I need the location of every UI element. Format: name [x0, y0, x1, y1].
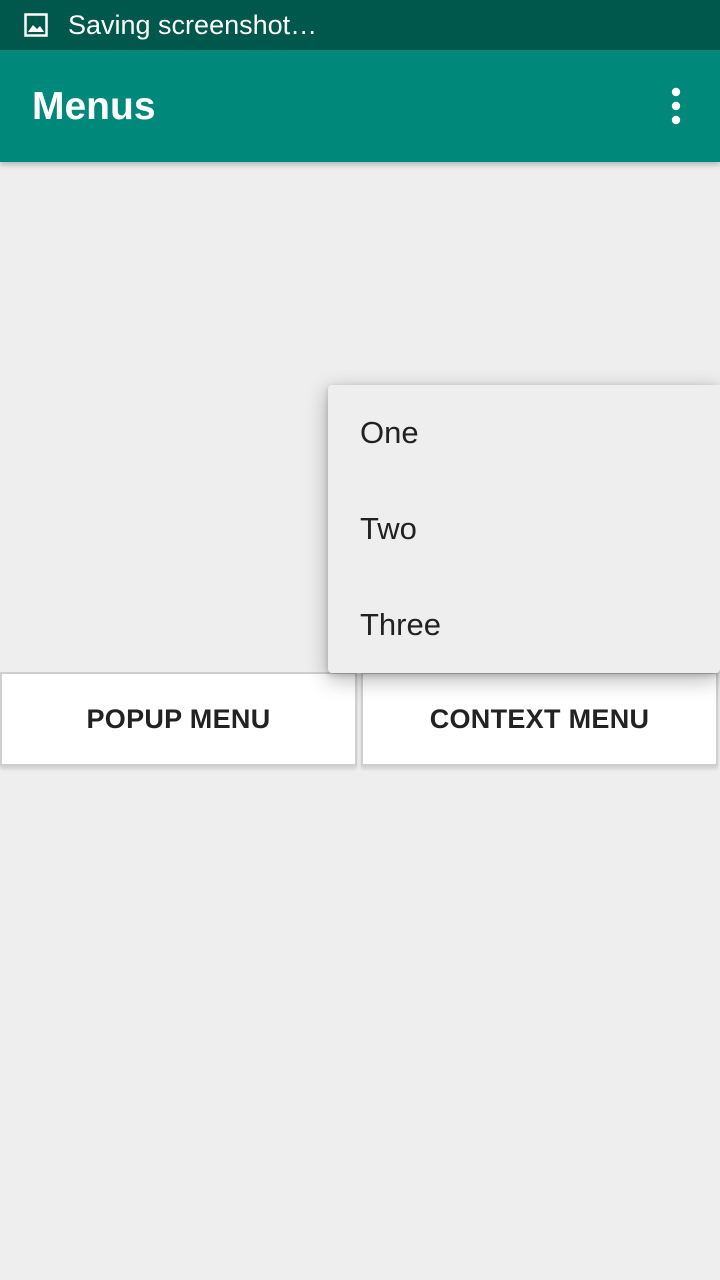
popup-menu: One Two Three — [328, 385, 720, 673]
app-bar: Menus — [0, 50, 720, 162]
buttons-row: POPUP MENU CONTEXT MENU — [0, 672, 720, 772]
image-icon — [24, 13, 48, 37]
more-vert-icon — [671, 87, 681, 125]
status-bar: Saving screenshot… — [0, 0, 720, 50]
context-menu-button[interactable]: CONTEXT MENU — [361, 672, 718, 766]
popup-menu-button[interactable]: POPUP MENU — [0, 672, 357, 766]
menu-item-one[interactable]: One — [328, 385, 720, 481]
menu-item-three[interactable]: Three — [328, 577, 720, 673]
page-title: Menus — [32, 85, 156, 128]
menu-item-two[interactable]: Two — [328, 481, 720, 577]
overflow-menu-button[interactable] — [652, 78, 700, 134]
status-notification-text: Saving screenshot… — [68, 10, 318, 40]
